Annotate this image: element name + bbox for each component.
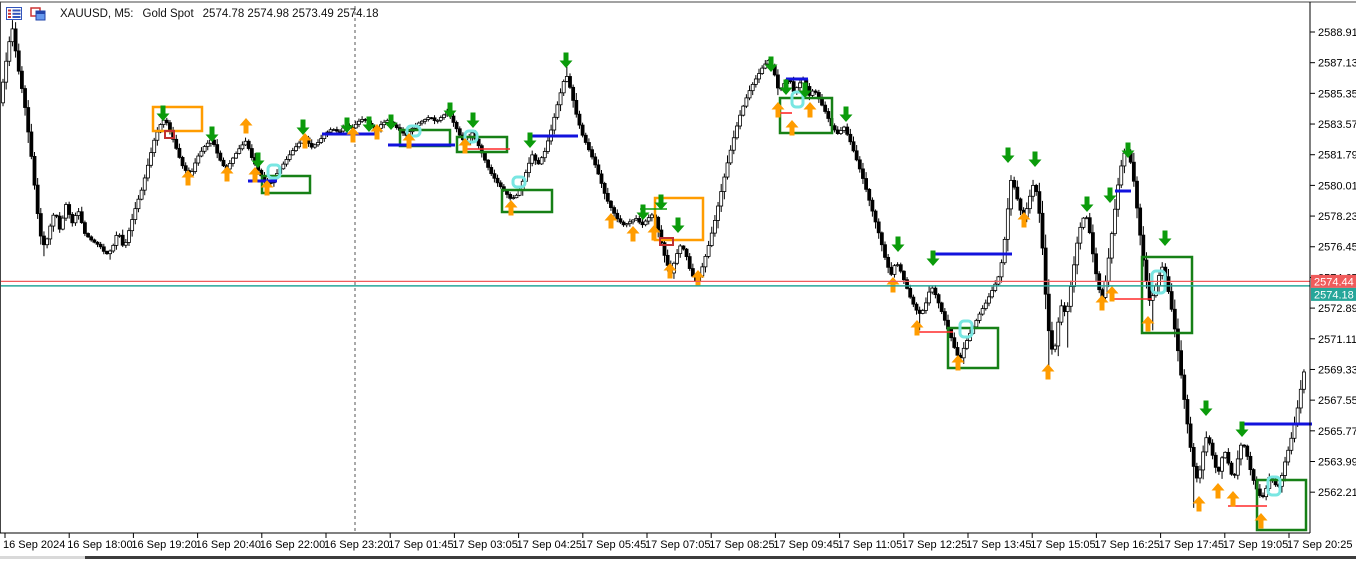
time-tick-label: 17 Sep 17:45 [1159,539,1224,551]
price-tick-label: 2581.79 [1318,150,1356,162]
time-tick-label: 17 Sep 20:25 [1287,539,1352,551]
time-tick-label: 17 Sep 19:05 [1223,539,1288,551]
sell-arrow-icon [1199,400,1213,416]
price-tick-label: 2572.89 [1318,303,1356,315]
ohlc-values: 2574.78 2574.98 2573.49 2574.18 [202,8,379,20]
time-tick-label: 17 Sep 01:45 [388,539,453,551]
price-tick-label: 2583.57 [1318,119,1356,131]
time-tick-label: 17 Sep 03:05 [452,539,517,551]
symbol-description: Gold Spot [142,8,194,20]
time-tick-label: 16 Sep 19:20 [131,539,196,551]
horizontal-scrollbar-thumb[interactable] [85,556,1356,559]
time-tick-label: 16 Sep 18:00 [67,539,132,551]
price-chart-canvas[interactable]: 2588.91 2587.13 2585.35 2583.57 2581.79 2580.… [0,0,1356,561]
symbol-timeframe-label: XAUUSD, M5: [60,8,134,20]
sell-arrow-icon [559,52,573,68]
price-axis[interactable]: 2588.91 2587.13 2585.35 2583.57 2581.79 2580.… [1310,27,1356,499]
plot-border [0,1,1356,534]
time-tick-label: 17 Sep 11:05 [838,539,903,551]
sell-arrow-icon [1028,151,1042,167]
sell-arrow-icon [839,106,853,122]
candles-layer [1,20,1306,508]
sell-arrow-icon [671,217,685,233]
sell-arrow-icon [466,112,480,128]
price-lines [0,280,1310,287]
price-tick-label: 2562.21 [1318,487,1356,499]
price-tick-label: 2567.55 [1318,395,1356,407]
price-tick-label: 2569.33 [1318,364,1356,376]
price-tick-label: 2587.13 [1318,58,1356,70]
price-tick-label: 2576.45 [1318,242,1356,254]
sell-arrow-icon [891,236,905,252]
time-tick-label: 17 Sep 09:45 [773,539,838,551]
time-tick-label: 17 Sep 04:25 [517,539,582,551]
green-signal-box [778,96,834,135]
price-tick-label: 2588.91 [1318,27,1356,39]
sell-arrow-icon [1158,230,1172,246]
time-tick-label: 17 Sep 13:45 [966,539,1031,551]
buy-arrow-icon [886,277,900,293]
sell-arrow-icon [205,126,219,142]
time-tick-label: 17 Sep 12:25 [902,539,967,551]
price-tick-label: 2571.11 [1318,334,1356,346]
buy-arrow-icon [1041,364,1055,380]
time-tick-label: 17 Sep 05:45 [581,539,646,551]
indicator-list-icon[interactable] [6,7,23,21]
time-tick-label: 17 Sep 07:05 [645,539,710,551]
buy-arrow-icon [239,118,253,134]
buy-arrow-icon [771,102,785,118]
consolidation-marker [790,90,805,109]
time-tick-label: 16 Sep 22:00 [260,539,325,551]
chart-windows-icon[interactable] [30,7,47,21]
time-tick-label: 16 Sep 20:40 [196,539,261,551]
buy-arrow-icon [626,226,640,242]
chart-header: XAUUSD, M5: Gold Spot 2574.78 2574.98 25… [6,7,379,21]
ask-price-badge-text: 2574.44 [1314,276,1354,288]
time-tick-label: 16 Sep 2024 [3,539,65,551]
price-tick-label: 2565.77 [1318,426,1356,438]
time-tick-label: 17 Sep 15:05 [1030,539,1095,551]
sell-arrow-icon [1001,147,1015,163]
buy-arrow-icon [910,320,924,336]
time-tick-label: 17 Sep 08:25 [709,539,774,551]
buy-arrow-icon [803,102,817,118]
time-axis[interactable]: 16 Sep 2024 16 Sep 18:0016 Sep 19:2016 Se… [3,533,1352,551]
price-badges: 2574.442574.18 [1311,274,1356,301]
mt5-chart-window: 2588.91 2587.13 2585.35 2583.57 2581.79 2580.… [0,0,1356,561]
buy-arrow-icon [1211,483,1225,499]
buy-arrow-icon [1226,491,1240,507]
last-price-badge-text: 2574.18 [1314,289,1354,301]
buy-arrow-icon [1192,496,1206,512]
sell-arrow-icon [296,119,310,135]
price-tick-label: 2563.99 [1318,456,1356,468]
time-tick-label: 17 Sep 16:25 [1094,539,1159,551]
price-tick-label: 2580.01 [1318,180,1356,192]
time-tick-label: 16 Sep 23:20 [324,539,389,551]
price-tick-label: 2578.23 [1318,211,1356,223]
price-tick-label: 2585.35 [1318,88,1356,100]
sell-arrow-icon [1080,196,1094,212]
